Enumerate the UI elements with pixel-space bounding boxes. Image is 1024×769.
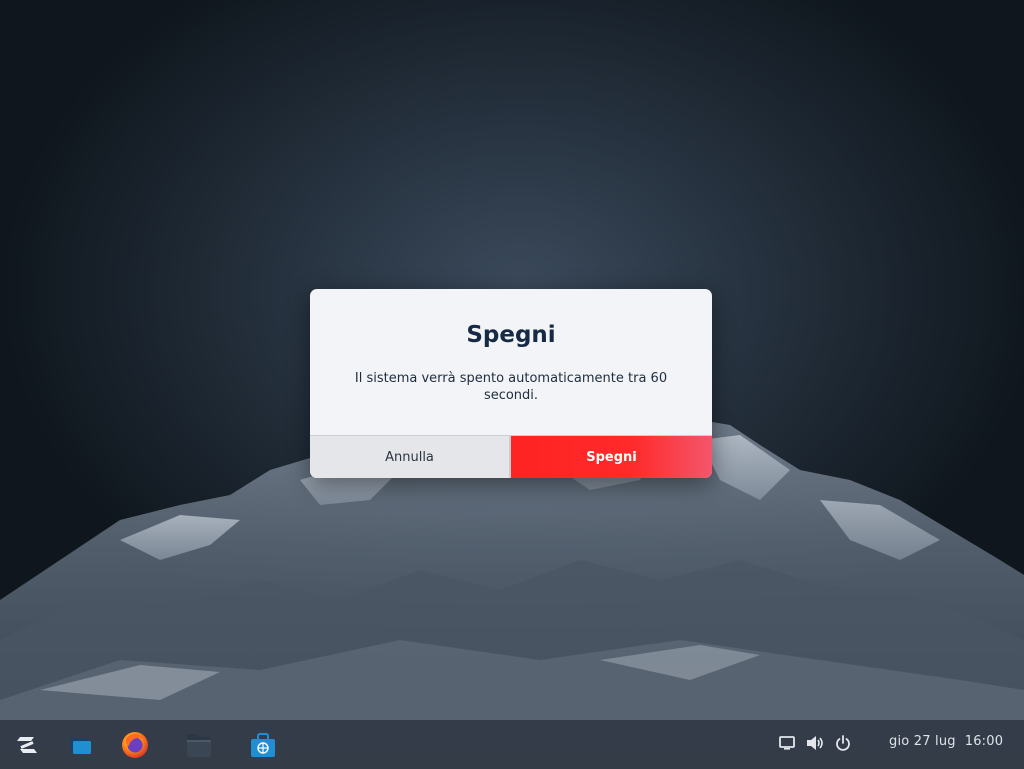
files-button[interactable] xyxy=(180,720,218,769)
power-indicator[interactable] xyxy=(833,733,853,753)
desktop: Spegni Il sistema verrà spento automatic… xyxy=(0,0,1024,769)
screen-icon xyxy=(779,736,795,750)
firefox-icon xyxy=(122,731,148,758)
clock-date: gio 27 lug xyxy=(889,734,956,749)
screen-indicator[interactable] xyxy=(777,733,797,753)
window-overview-button[interactable] xyxy=(62,720,98,769)
clock-time: 16:00 xyxy=(964,734,1004,749)
zorin-menu-button[interactable] xyxy=(8,720,46,769)
dialog-message: Il sistema verrà spento automaticamente … xyxy=(354,371,668,403)
clock[interactable]: gio 27 lug 16:00 xyxy=(889,734,1012,749)
software-store-icon xyxy=(251,732,275,757)
window-overview-icon xyxy=(70,737,91,754)
files-icon xyxy=(187,733,211,757)
taskbar: gio 27 lug 16:00 xyxy=(0,720,1024,769)
power-icon xyxy=(836,735,850,751)
dialog-button-row: Annulla Spegni xyxy=(310,435,712,478)
volume-indicator[interactable] xyxy=(805,733,825,753)
volume-icon xyxy=(807,736,823,750)
zorin-menu-icon xyxy=(17,736,37,753)
cancel-button[interactable]: Annulla xyxy=(310,436,511,478)
shutdown-button[interactable]: Spegni xyxy=(511,436,712,478)
shutdown-dialog: Spegni Il sistema verrà spento automatic… xyxy=(310,289,712,478)
software-store-button[interactable] xyxy=(244,720,282,769)
firefox-button[interactable] xyxy=(116,720,154,769)
dialog-title: Spegni xyxy=(466,322,556,348)
